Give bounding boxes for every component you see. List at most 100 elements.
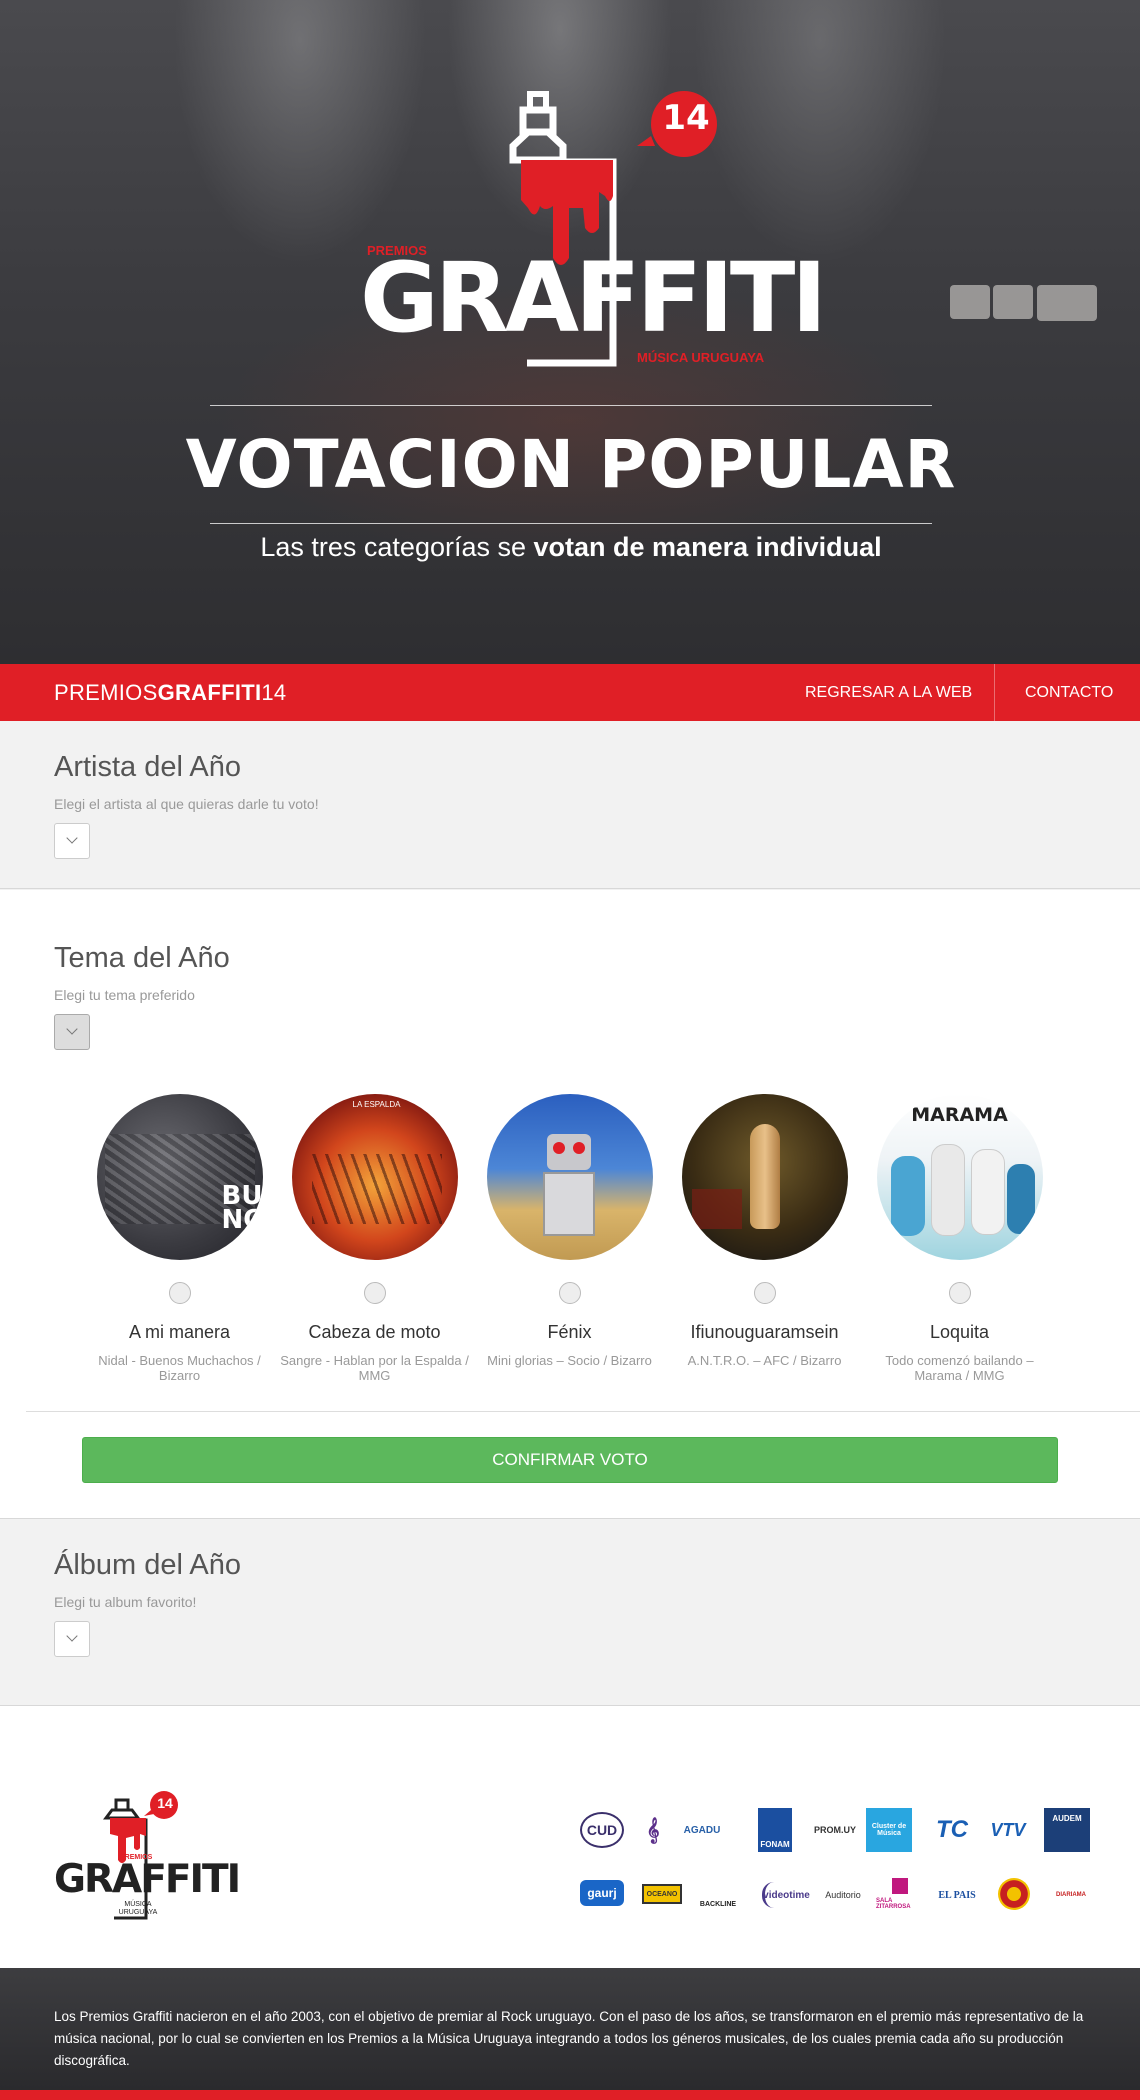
robot-head <box>546 1134 591 1170</box>
divider <box>0 1705 1140 1706</box>
cover-texture <box>311 1154 442 1224</box>
divider <box>210 405 932 406</box>
stage-screen <box>950 285 990 319</box>
confirm-vote-button[interactable]: CONFIRMAR VOTO <box>82 1437 1058 1483</box>
top-navbar: PREMIOSGRAFFITI14 REGRESAR A LA WEB CONT… <box>0 664 1140 721</box>
divider <box>26 1411 1140 1412</box>
stage-screen <box>993 285 1033 319</box>
cover-figure <box>930 1144 965 1236</box>
sponsor-logo[interactable]: TC <box>932 1812 972 1848</box>
song-title: Fénix <box>547 1322 592 1342</box>
album-cover: LA ESPALDA <box>291 1094 458 1260</box>
hero-banner: 14 PREMIOS GRAFFITI MÚSICA URUGUAYA VOTA… <box>0 0 1140 664</box>
about-text: Los Premios Graffiti nacieron en el año … <box>54 2009 1084 2068</box>
bottom-bar <box>0 2090 1140 2100</box>
song-title: A mi manera <box>128 1322 231 1342</box>
page-title: VOTACION POPULAR <box>185 426 957 503</box>
song-title: Cabeza de moto <box>308 1322 441 1342</box>
candidate-card[interactable]: BUE NOS A mi manera Nidal - Buenos Mucha… <box>82 1094 277 1383</box>
vote-radio[interactable] <box>948 1282 971 1304</box>
sponsor-logo[interactable]: Cluster de Música <box>866 1808 912 1852</box>
graffiti-wordmark: GRAFFITI <box>54 1857 241 1902</box>
candidate-card[interactable]: LA ESPALDA Cabeza de moto Sangre - Habla… <box>277 1094 472 1383</box>
song-title: Ifiunouguaramsein <box>690 1322 839 1342</box>
contact-link[interactable]: CONTACTO <box>1025 664 1113 721</box>
brand-bold: GRAFFITI <box>157 680 262 705</box>
robot-body <box>542 1172 595 1236</box>
section-artista: Artista del Año Elegi el artista al que … <box>0 721 1140 890</box>
song-artist: Mini glorias – Socio / Bizarro <box>487 1353 652 1368</box>
section-title: Artista del Año <box>54 751 241 783</box>
cover-figure <box>749 1124 780 1229</box>
sponsor-logo[interactable]: VTV <box>988 1812 1028 1848</box>
graffiti-wordmark: GRAFFITI <box>360 242 827 354</box>
candidate-card[interactable]: Fénix Mini glorias – Socio / Bizarro <box>472 1094 667 1368</box>
sponsor-logo[interactable]: EL PAIS <box>934 1884 980 1906</box>
song-artist: Sangre - Hablan por la Espalda / MMG <box>280 1353 469 1383</box>
chevron-down-icon <box>66 832 78 844</box>
page-subtitle: Las tres categorías se votan de manera i… <box>150 532 992 563</box>
vote-radio[interactable] <box>753 1282 776 1304</box>
expand-album-button[interactable] <box>54 1621 90 1657</box>
graffiti-logo: 14 PREMIOS GRAFFITI MÚSICA URUGUAYA <box>355 88 827 378</box>
cover-text: BUE NOS <box>221 1181 263 1235</box>
robot-eye <box>572 1142 585 1154</box>
sponsor-logo[interactable]: Auditorio <box>820 1884 866 1906</box>
sponsor-logo[interactable]: gaurj <box>580 1880 624 1906</box>
section-title: Tema del Año <box>54 942 230 974</box>
cover-figure <box>970 1149 1005 1235</box>
tagline-label: MÚSICA URUGUAYA <box>637 350 765 365</box>
expand-tema-button[interactable] <box>54 1014 90 1050</box>
sponsor-logo[interactable] <box>998 1878 1030 1910</box>
back-to-web-link[interactable]: REGRESAR A LA WEB <box>805 664 972 721</box>
sponsor-logo[interactable]: CUD <box>580 1812 624 1848</box>
candidate-card[interactable]: Ifiunouguaramsein A.N.T.R.O. – AFC / Biz… <box>667 1094 862 1368</box>
sponsor-mark-icon <box>892 1878 908 1894</box>
vote-radio[interactable] <box>168 1282 191 1304</box>
album-cover: BUE NOS <box>96 1094 263 1260</box>
navbar-brand[interactable]: PREMIOSGRAFFITI14 <box>54 680 286 706</box>
song-artist: A.N.T.R.O. – AFC / Bizarro <box>687 1353 842 1368</box>
brand-plain: PREMIOS <box>54 680 158 705</box>
sponsor-logos: CUD 𝄞 AGADU FONAM PROM.UY Cluster de Mús… <box>580 1800 1100 1920</box>
cover-figure <box>890 1156 925 1236</box>
sponsor-logo[interactable]: 𝄞 <box>642 1808 664 1852</box>
cover-text: MARAMA <box>911 1104 1008 1126</box>
brand-number: 14 <box>261 680 287 705</box>
subtitle-bold: votan de manera individual <box>533 532 882 562</box>
sponsor-logo[interactable]: AGADU <box>678 1816 726 1844</box>
divider <box>210 523 932 524</box>
sponsor-logo[interactable]: BACKLINE <box>696 1880 740 1908</box>
section-help: Elegi tu album favorito! <box>54 1594 197 1610</box>
song-title: Loquita <box>929 1322 990 1342</box>
footer-logo[interactable]: 14 PREMIOS GRAFFITI MÚSICA URUGUAYA <box>54 1790 241 1920</box>
section-help: Elegi tu tema preferido <box>54 987 195 1003</box>
chevron-down-icon <box>66 1023 78 1035</box>
album-cover <box>681 1094 848 1260</box>
chevron-down-icon <box>66 1630 78 1642</box>
sponsor-logo[interactable]: PROM.UY <box>810 1816 860 1844</box>
section-album: Álbum del Año Elegi tu album favorito! <box>0 1519 1140 1705</box>
sponsor-logo[interactable]: OCEANO <box>642 1884 682 1904</box>
robot-eye <box>552 1142 565 1154</box>
vote-radio[interactable] <box>363 1282 386 1304</box>
subtitle-plain: Las tres categorías se <box>260 532 527 562</box>
sponsor-logo[interactable]: FONAM <box>758 1808 792 1852</box>
vote-radio[interactable] <box>558 1282 581 1304</box>
about-section: Los Premios Graffiti nacieron en el año … <box>0 1968 1140 2090</box>
song-artist: Todo comenzó bailando – Marama / MMG <box>885 1353 1034 1383</box>
stage-screen <box>1037 285 1097 321</box>
section-title: Álbum del Año <box>54 1549 242 1581</box>
sponsor-logo[interactable]: DIARIAMA <box>1046 1884 1096 1906</box>
section-help: Elegi el artista al que quieras darle tu… <box>54 796 319 812</box>
cover-figure <box>1006 1164 1035 1234</box>
edition-number: 14 <box>662 98 710 138</box>
sponsor-logo[interactable]: videotime <box>762 1882 810 1908</box>
song-artist: Nidal - Buenos Muchachos / Bizarro <box>98 1353 261 1383</box>
sponsor-logo[interactable]: AUDEM <box>1044 1808 1090 1852</box>
expand-artista-button[interactable] <box>54 823 90 859</box>
cover-texture <box>691 1189 742 1229</box>
divider <box>0 888 1140 889</box>
edition-number: 14 <box>157 1795 173 1811</box>
candidate-card[interactable]: MARAMA Loquita Todo comenzó bailando – M… <box>862 1094 1057 1383</box>
